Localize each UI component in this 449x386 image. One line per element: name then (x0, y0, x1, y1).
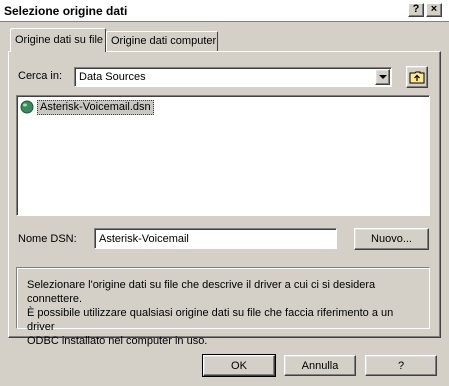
dsn-file-icon (20, 100, 34, 114)
up-folder-icon (409, 71, 425, 84)
dsn-name-label: Nome DSN: (18, 233, 77, 245)
new-button[interactable]: Nuovo... (354, 228, 429, 250)
info-line-3: ODBC installato nel computer in uso. (27, 335, 208, 347)
look-in-dropdown[interactable]: Data Sources (74, 67, 392, 87)
dsn-name-input[interactable] (94, 228, 337, 249)
close-button[interactable]: × (426, 3, 442, 17)
title-bar: Selezione origine dati ? × (0, 0, 449, 22)
file-name: Asterisk-Voicemail.dsn (37, 99, 154, 115)
info-line-1: Selezionare l'origine dati su file che d… (27, 279, 376, 305)
window-title: Selezione origine dati (4, 4, 128, 18)
info-box: Selezionare l'origine dati su file che d… (16, 267, 430, 347)
list-item[interactable]: Asterisk-Voicemail.dsn (20, 99, 154, 115)
tab-computer-data-source[interactable]: Origine dati computer (106, 31, 218, 51)
cancel-button[interactable]: Annulla (284, 355, 356, 376)
dropdown-arrow-button[interactable] (375, 69, 390, 85)
ok-button[interactable]: OK (202, 354, 276, 377)
help-button[interactable]: ? (365, 355, 437, 376)
info-line-2: È possibile utilizzare qualsiasi origine… (27, 307, 394, 333)
tab-file-data-source[interactable]: Origine dati su file (10, 28, 106, 52)
look-in-value: Data Sources (79, 71, 146, 83)
up-folder-button[interactable] (406, 66, 428, 88)
help-title-button[interactable]: ? (408, 3, 424, 17)
chevron-down-icon (378, 74, 387, 79)
look-in-label: Cerca in: (18, 70, 63, 82)
